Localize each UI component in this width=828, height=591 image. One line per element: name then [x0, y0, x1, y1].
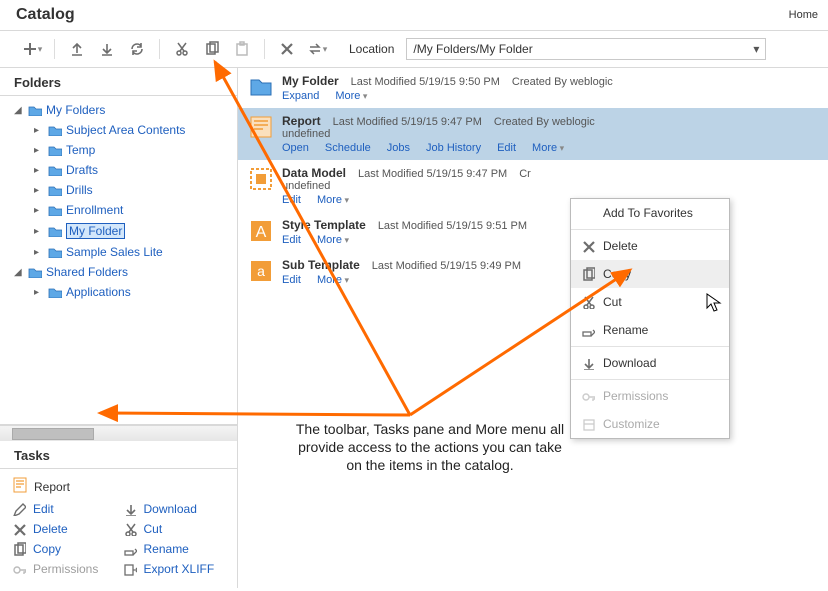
data-model-icon	[248, 166, 274, 192]
task-rename[interactable]: Rename	[123, 542, 226, 556]
action-edit[interactable]: Edit	[282, 274, 301, 286]
task-delete[interactable]: Delete	[12, 522, 115, 536]
page-title: Catalog	[16, 6, 75, 24]
action-more[interactable]: More	[317, 274, 349, 286]
swap-icon[interactable]: ▾	[305, 37, 329, 61]
delete-icon[interactable]	[275, 37, 299, 61]
folder-enrollment[interactable]: ▸Enrollment	[0, 200, 237, 220]
menu-permissions: Permissions	[571, 382, 729, 410]
folder-applications[interactable]: ▸Applications	[0, 282, 237, 302]
sub-template-icon	[248, 258, 274, 284]
report-icon	[12, 477, 28, 496]
tasks-context-label: Report	[34, 480, 70, 494]
folder-drills[interactable]: ▸Drills	[0, 180, 237, 200]
list-item[interactable]: Report Last Modified 5/19/15 9:47 PM Cre…	[238, 108, 828, 160]
item-name: Data Model	[282, 166, 346, 180]
menu-customize: Customize	[571, 410, 729, 438]
toolbar: ▾ ▾ Location /My Folders/My Folder ▾	[0, 30, 828, 68]
menu-add-favorites[interactable]: Add To Favorites	[571, 199, 729, 227]
report-icon	[248, 114, 274, 140]
home-link[interactable]: Home	[789, 9, 818, 21]
menu-rename[interactable]: Rename	[571, 316, 729, 344]
folder-sample-sales[interactable]: ▸Sample Sales Lite	[0, 242, 237, 262]
task-export-xliff[interactable]: Export XLIFF	[123, 562, 226, 576]
folder-my-folder[interactable]: ▸My Folder	[0, 220, 237, 242]
item-undefined: undefined	[282, 128, 818, 140]
action-edit[interactable]: Edit	[497, 142, 516, 154]
action-expand[interactable]: Expand	[282, 90, 319, 102]
task-permissions: Permissions	[12, 562, 115, 576]
action-jobs[interactable]: Jobs	[387, 142, 410, 154]
more-context-menu: Add To Favorites Delete Copy Cut Rename …	[570, 198, 730, 439]
action-more[interactable]: More	[335, 90, 367, 102]
location-label: Location	[349, 42, 394, 56]
style-template-icon	[248, 218, 274, 244]
folder-subject-area[interactable]: ▸Subject Area Contents	[0, 120, 237, 140]
item-modified: Last Modified 5/19/15 9:47 PM	[358, 168, 507, 180]
task-download[interactable]: Download	[123, 502, 226, 516]
folder-icon	[248, 74, 274, 100]
item-name: Report	[282, 114, 321, 128]
action-more[interactable]: More	[317, 194, 349, 206]
list-item[interactable]: Data Model Last Modified 5/19/15 9:47 PM…	[238, 160, 828, 212]
chevron-down-icon: ▾	[753, 42, 759, 56]
action-more[interactable]: More	[532, 142, 564, 154]
folder-temp[interactable]: ▸Temp	[0, 140, 237, 160]
action-schedule[interactable]: Schedule	[325, 142, 371, 154]
annotation-text: The toolbar, Tasks pane and More menu al…	[290, 420, 570, 475]
action-open[interactable]: Open	[282, 142, 309, 154]
folders-tree: ◢My Folders ▸Subject Area Contents ▸Temp…	[0, 96, 237, 425]
location-dropdown[interactable]: /My Folders/My Folder ▾	[406, 38, 766, 60]
folders-scrollbar[interactable]	[0, 425, 237, 441]
action-edit[interactable]: Edit	[282, 234, 301, 246]
folder-shared[interactable]: ◢Shared Folders	[0, 262, 237, 282]
folder-drafts[interactable]: ▸Drafts	[0, 160, 237, 180]
menu-delete[interactable]: Delete	[571, 232, 729, 260]
cursor-icon	[706, 293, 722, 316]
cut-icon[interactable]	[170, 37, 194, 61]
action-edit[interactable]: Edit	[282, 194, 301, 206]
item-created: Created By weblogic	[494, 116, 595, 128]
upload-icon[interactable]	[65, 37, 89, 61]
item-undefined: undefined	[282, 180, 818, 192]
action-more[interactable]: More	[317, 234, 349, 246]
list-item[interactable]: My Folder Last Modified 5/19/15 9:50 PM …	[238, 68, 828, 108]
item-created: Cr	[519, 168, 531, 180]
item-name: Sub Template	[282, 258, 360, 272]
download-icon[interactable]	[95, 37, 119, 61]
item-modified: Last Modified 5/19/15 9:50 PM	[351, 76, 500, 88]
list-item[interactable]: Style Template Last Modified 5/19/15 9:5…	[238, 212, 828, 252]
tasks-panel: Report Edit Download Delete Cut Copy Ren…	[0, 469, 237, 588]
item-created: Created By weblogic	[512, 76, 613, 88]
item-name: Style Template	[282, 218, 366, 232]
refresh-icon[interactable]	[125, 37, 149, 61]
new-icon[interactable]: ▾	[20, 37, 44, 61]
action-job-history[interactable]: Job History	[426, 142, 481, 154]
list-item[interactable]: Sub Template Last Modified 5/19/15 9:49 …	[238, 252, 828, 292]
copy-icon[interactable]	[200, 37, 224, 61]
task-copy[interactable]: Copy	[12, 542, 115, 556]
paste-icon[interactable]	[230, 37, 254, 61]
item-modified: Last Modified 5/19/15 9:47 PM	[333, 116, 482, 128]
menu-copy[interactable]: Copy	[571, 260, 729, 288]
item-modified: Last Modified 5/19/15 9:51 PM	[378, 220, 527, 232]
folders-panel-title: Folders	[0, 68, 237, 96]
catalog-list: My Folder Last Modified 5/19/15 9:50 PM …	[238, 68, 828, 588]
tasks-panel-title: Tasks	[0, 441, 237, 469]
item-modified: Last Modified 5/19/15 9:49 PM	[372, 260, 521, 272]
item-name: My Folder	[282, 74, 339, 88]
menu-download[interactable]: Download	[571, 349, 729, 377]
task-cut[interactable]: Cut	[123, 522, 226, 536]
location-value: /My Folders/My Folder	[413, 42, 532, 56]
folder-my-folders[interactable]: ◢My Folders	[0, 100, 237, 120]
task-edit[interactable]: Edit	[12, 502, 115, 516]
